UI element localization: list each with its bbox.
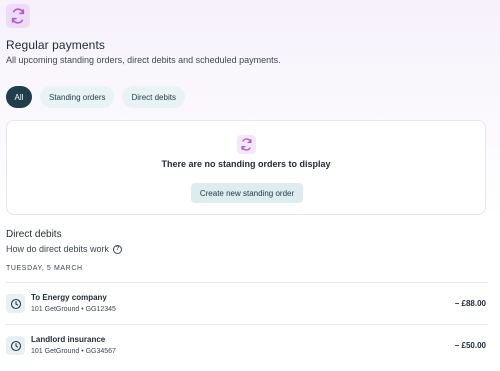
direct-debit-row[interactable]: Landlord insurance 101 GetGround • GG345… (6, 324, 488, 364)
help-link-label: How do direct debits work (6, 244, 110, 254)
payee-name: Landlord insurance (31, 335, 106, 344)
page-title: Regular payments (6, 38, 105, 52)
direct-debits-heading: Direct debits (6, 229, 62, 240)
payment-reference: 101 GetGround • GG34567 (31, 348, 116, 355)
payment-reference: 101 GetGround • GG12345 (31, 306, 116, 313)
payee-name: To Energy company (31, 293, 107, 302)
refresh-icon (237, 135, 256, 154)
refresh-icon (6, 4, 30, 28)
create-standing-order-button[interactable]: Create new standing order (191, 183, 303, 203)
tab-direct-debits[interactable]: Direct debits (122, 86, 185, 108)
direct-debit-row[interactable]: To Energy company 101 GetGround • GG1234… (6, 282, 488, 322)
question-circle-icon: ? (113, 244, 123, 254)
empty-state-message: There are no standing orders to display (161, 159, 331, 169)
payment-amount: − £88.00 (454, 299, 486, 308)
direct-debits-help-link[interactable]: How do direct debits work ? (6, 244, 123, 254)
payment-amount: − £50.00 (454, 341, 486, 350)
page-subtitle: All upcoming standing orders, direct deb… (6, 55, 281, 65)
clock-icon (6, 294, 25, 313)
tab-all[interactable]: All (6, 86, 32, 108)
filter-tabs: All Standing orders Direct debits (6, 86, 185, 108)
clock-icon (6, 336, 25, 355)
standing-orders-empty-card: There are no standing orders to display … (6, 120, 486, 215)
date-header: TUESDAY, 5 MARCH (6, 265, 83, 272)
tab-standing-orders[interactable]: Standing orders (40, 86, 115, 108)
